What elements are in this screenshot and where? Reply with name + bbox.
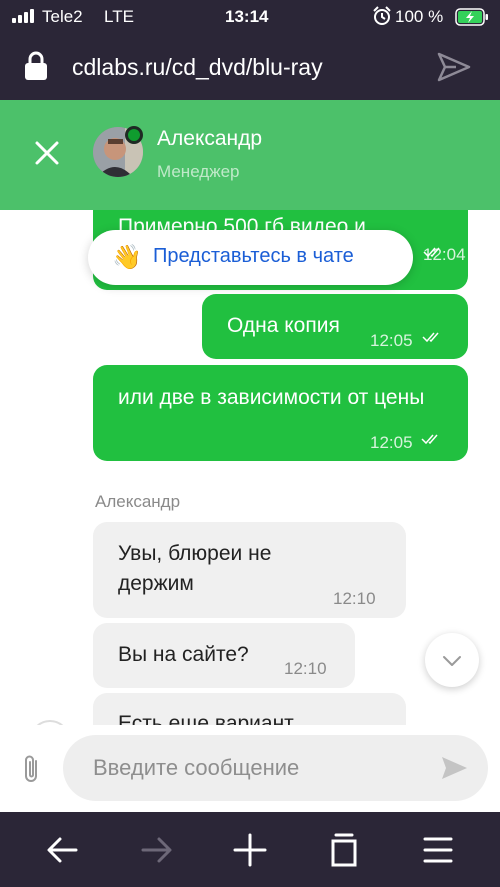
waving-hand-icon: 👋	[112, 244, 142, 271]
menu-icon[interactable]	[418, 830, 458, 870]
read-receipt-icon	[422, 332, 439, 343]
sender-name: Александр	[95, 492, 181, 511]
back-arrow-icon[interactable]	[42, 830, 82, 870]
tabs-icon[interactable]	[324, 830, 364, 870]
message-text: Вы на сайте?	[118, 643, 249, 666]
message-bubble: Есть еще вариант	[93, 693, 406, 725]
message-text: Увы, блюреи не держим	[118, 542, 272, 595]
read-receipt-icon	[421, 434, 438, 445]
message-time: 12:05	[370, 433, 413, 452]
network-type: LTE	[104, 7, 134, 26]
message-composer	[0, 725, 500, 812]
chevron-down-icon	[443, 656, 461, 666]
scroll-down-button[interactable]	[425, 633, 479, 687]
introduce-yourself-button[interactable]: 👋 Представьтесь в чате	[88, 230, 413, 285]
alarm-icon	[373, 6, 391, 25]
battery-charging-icon	[455, 8, 488, 26]
message-text: Одна копия	[227, 314, 340, 337]
message-text: или две в зависимости от цены	[118, 386, 425, 409]
forward-arrow-icon[interactable]	[137, 830, 177, 870]
status-time: 13:14	[225, 7, 269, 26]
message-bubble: Увы, блюреи не держим 12:10	[93, 522, 406, 618]
message-time: 12:10	[333, 589, 376, 608]
battery-percent: 100 %	[395, 7, 444, 26]
send-url-icon[interactable]	[436, 51, 472, 83]
message-bubble: или две в зависимости от цены 12:05	[93, 365, 468, 461]
browser-address-bar: cdlabs.ru/cd_dvd/blu-ray	[0, 34, 500, 100]
status-bar: Tele2 LTE 13:14 100 %	[0, 0, 500, 34]
chat-messages[interactable]: Примерно 500 гб видео и 12:04 👋 Представ…	[0, 210, 500, 725]
agent-role: Менеджер	[157, 162, 240, 181]
url-text[interactable]: cdlabs.ru/cd_dvd/blu-ray	[72, 54, 323, 81]
agent-name: Александр	[157, 127, 263, 150]
send-icon[interactable]	[440, 755, 468, 781]
paperclip-icon[interactable]	[20, 753, 44, 785]
online-status-indicator	[125, 126, 143, 144]
chat-header: Александр Менеджер	[0, 100, 500, 210]
message-input[interactable]	[63, 735, 488, 801]
close-icon[interactable]	[32, 138, 62, 168]
signal-strength-icon	[12, 9, 34, 23]
read-receipt-icon	[423, 247, 440, 258]
introduce-yourself-label: Представьтесь в чате	[153, 245, 354, 267]
message-text: Есть еще вариант	[118, 712, 294, 725]
carrier-name: Tele2	[42, 7, 83, 26]
plus-icon[interactable]	[230, 830, 270, 870]
lock-icon	[25, 51, 47, 80]
message-bubble: Вы на сайте? 12:10	[93, 623, 355, 688]
message-time: 12:05	[370, 331, 413, 350]
message-time: 12:10	[284, 659, 327, 678]
message-bubble: Одна копия 12:05	[202, 294, 468, 359]
browser-toolbar	[0, 812, 500, 887]
